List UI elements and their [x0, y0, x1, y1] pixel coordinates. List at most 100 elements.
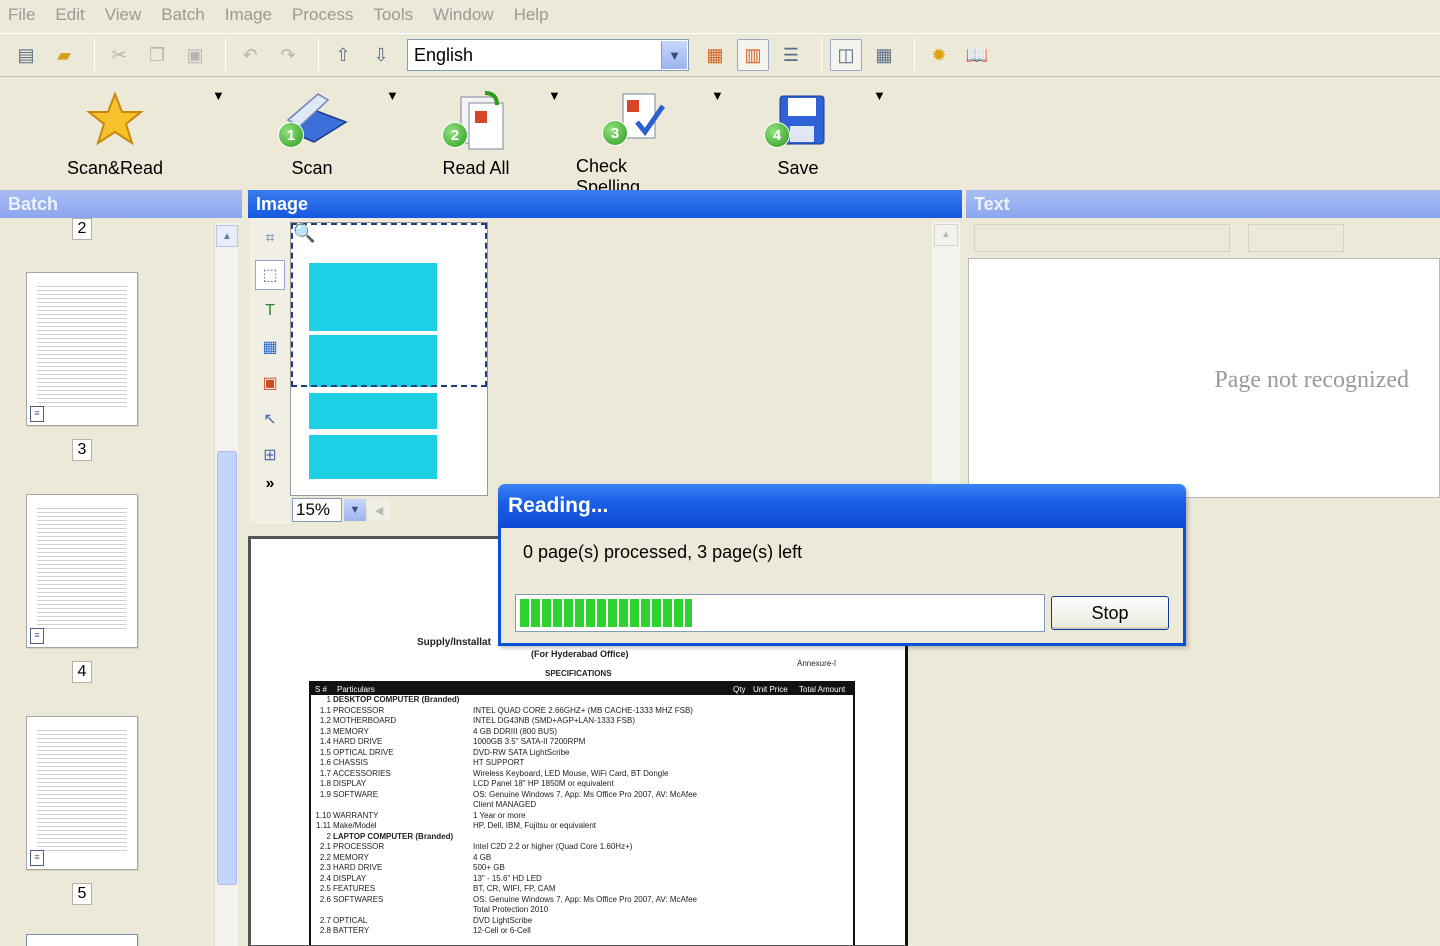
expand-tools-icon[interactable]: »	[255, 475, 285, 492]
save-dropdown[interactable]: ▼	[873, 88, 886, 184]
scroll-up-icon[interactable]: ▲	[216, 225, 238, 247]
check-spelling-dropdown[interactable]: ▼	[711, 88, 724, 184]
menu-file[interactable]: File	[8, 5, 35, 25]
spec-table-body: 1 DESKTOP COMPUTER (Branded) 1.1 PROCESSOR I…	[311, 695, 853, 937]
table-cell: ACCESSORIES	[333, 768, 391, 778]
save-button[interactable]: 4 Save	[760, 88, 836, 184]
menu-tools[interactable]: Tools	[373, 5, 413, 25]
menu-batch[interactable]: Batch	[161, 5, 204, 25]
table-row: 1.4 HARD DRIVE 1000GB 3.5" SATA-II 7200RPM	[311, 737, 853, 748]
paste-icon[interactable]: ▣	[179, 39, 211, 71]
image-panel-header: Image	[248, 190, 962, 218]
check-spelling-button[interactable]: 3 Check Spelling	[576, 88, 696, 197]
menu-image[interactable]: Image	[225, 5, 272, 25]
table-cell	[473, 695, 743, 706]
table-cell: FEATURES	[333, 884, 376, 893]
table-cell	[311, 905, 333, 916]
page-thumbnail-4[interactable]: ≡	[26, 494, 138, 648]
text-view-icon[interactable]: ☰	[775, 39, 807, 71]
spec-table-header: S # Particulars Qty Unit Price Total Amo…	[311, 683, 853, 695]
floppy-disk-icon: 4	[758, 88, 838, 152]
page-thumbnail-3[interactable]: ≡	[26, 272, 138, 426]
batch-scrollbar[interactable]: ▲	[214, 223, 238, 946]
step-badge: 2	[442, 122, 468, 148]
table-cell: 4 GB DDRIII (800 BUS)	[473, 726, 558, 736]
picture-area-icon[interactable]: ▣	[255, 368, 285, 398]
table-cell: HT SUPPORT	[473, 758, 525, 767]
zoom-value[interactable]: 15%	[292, 498, 342, 522]
crop-icon[interactable]: ⌗	[255, 224, 285, 254]
menu-process[interactable]: Process	[292, 5, 353, 25]
table-cell	[333, 800, 473, 811]
table-cell: LAPTOP COMPUTER (Branded)	[333, 831, 454, 841]
table-cell: Intel C2D 2.2 or higher (Quad Core 1.60H…	[473, 842, 633, 851]
table-cell: 1	[326, 695, 331, 704]
undo-icon[interactable]: ↶	[234, 39, 266, 71]
table-cell: DVD LightScribe	[473, 915, 533, 925]
open-image-icon[interactable]: ▰	[48, 39, 80, 71]
image-view-icon[interactable]: ▦	[699, 39, 731, 71]
options-icon[interactable]: ✹	[923, 39, 955, 71]
chevron-down-icon[interactable]: ▼	[661, 41, 687, 69]
image-scrollbar[interactable]: ▲	[932, 222, 960, 492]
copy-icon[interactable]: ❐	[141, 39, 173, 71]
table-cell: 2.6	[319, 894, 331, 904]
scan-read-button[interactable]: Scan&Read	[66, 88, 164, 184]
two-page-icon[interactable]: ◫	[830, 39, 862, 71]
font-select[interactable]	[974, 224, 1230, 252]
cut-icon[interactable]: ✂	[103, 39, 135, 71]
text-area-icon[interactable]: T	[255, 296, 285, 326]
order-areas-icon[interactable]: ⊞	[255, 440, 285, 470]
magnifier-icon[interactable]: 🔍	[293, 223, 315, 244]
doc-specs: SPECIFICATIONS	[545, 669, 612, 678]
read-all-button[interactable]: 2 Read All	[434, 88, 518, 184]
table-row: 1.9 SOFTWARE OS: Genuine Windows 7, App: M…	[311, 790, 853, 801]
table-cell: INTEL DG43NB (SMD+AGP+LAN-1333 FSB)	[473, 716, 635, 725]
table-row: 2.7 OPTICAL DVD LightScribe	[311, 916, 853, 927]
scan-read-label: Scan&Read	[66, 158, 164, 178]
open-batch-icon[interactable]: ▤	[10, 39, 42, 71]
menu-edit[interactable]: Edit	[55, 5, 84, 25]
menu-help[interactable]: Help	[514, 5, 549, 25]
help-book-icon[interactable]: 📖	[961, 39, 993, 71]
page-preview[interactable]: 🔍	[290, 222, 488, 496]
page-thumbnail-6[interactable]	[26, 934, 138, 946]
select-area-icon[interactable]: ⬚	[255, 260, 285, 290]
menu-view[interactable]: View	[105, 5, 142, 25]
pointer-icon[interactable]: ↖	[255, 404, 285, 434]
table-cell: Total Protection 2010	[473, 905, 549, 914]
selection-rectangle[interactable]	[291, 223, 487, 387]
step-badge: 1	[278, 122, 304, 148]
scrollbar-thumb[interactable]	[217, 451, 237, 885]
table-cell: 4 GB	[473, 852, 492, 862]
scan-dropdown[interactable]: ▼	[386, 88, 399, 184]
scan-button[interactable]: 1 Scan	[262, 88, 362, 184]
table-cell	[473, 832, 743, 843]
read-all-dropdown[interactable]: ▼	[548, 88, 561, 184]
scan-read-dropdown[interactable]: ▼	[212, 88, 225, 184]
table-cell: 500+ GB	[473, 863, 505, 872]
text-page-icon: ≡	[30, 850, 44, 866]
split-view-icon[interactable]: ▥	[737, 39, 769, 71]
table-view-icon[interactable]: ▦	[868, 39, 900, 71]
toolbar-separator	[94, 39, 95, 71]
stop-button[interactable]: Stop	[1051, 596, 1169, 630]
toolbar-separator	[225, 39, 226, 71]
scroll-left-icon[interactable]: ◀	[368, 499, 390, 521]
chevron-down-icon[interactable]: ▼	[344, 499, 366, 521]
font-size-select[interactable]	[1248, 224, 1344, 252]
table-cell: 2.1	[319, 842, 331, 851]
scroll-up-icon[interactable]: ▲	[934, 224, 958, 246]
dialog-title: Reading...	[498, 484, 1186, 528]
page-thumbnail-5[interactable]: ≡	[26, 716, 138, 870]
table-cell: 1.5	[319, 747, 331, 757]
col-total: Total Amount	[799, 684, 846, 694]
export-icon[interactable]: ⇩	[365, 39, 397, 71]
text-editor[interactable]: Page not recognized	[968, 258, 1440, 498]
table-area-icon[interactable]: ▦	[255, 332, 285, 362]
import-icon[interactable]: ⇧	[327, 39, 359, 71]
redo-icon[interactable]: ↷	[272, 39, 304, 71]
language-select[interactable]: English ▼	[407, 39, 689, 71]
menu-window[interactable]: Window	[433, 5, 493, 25]
table-cell	[333, 905, 473, 916]
